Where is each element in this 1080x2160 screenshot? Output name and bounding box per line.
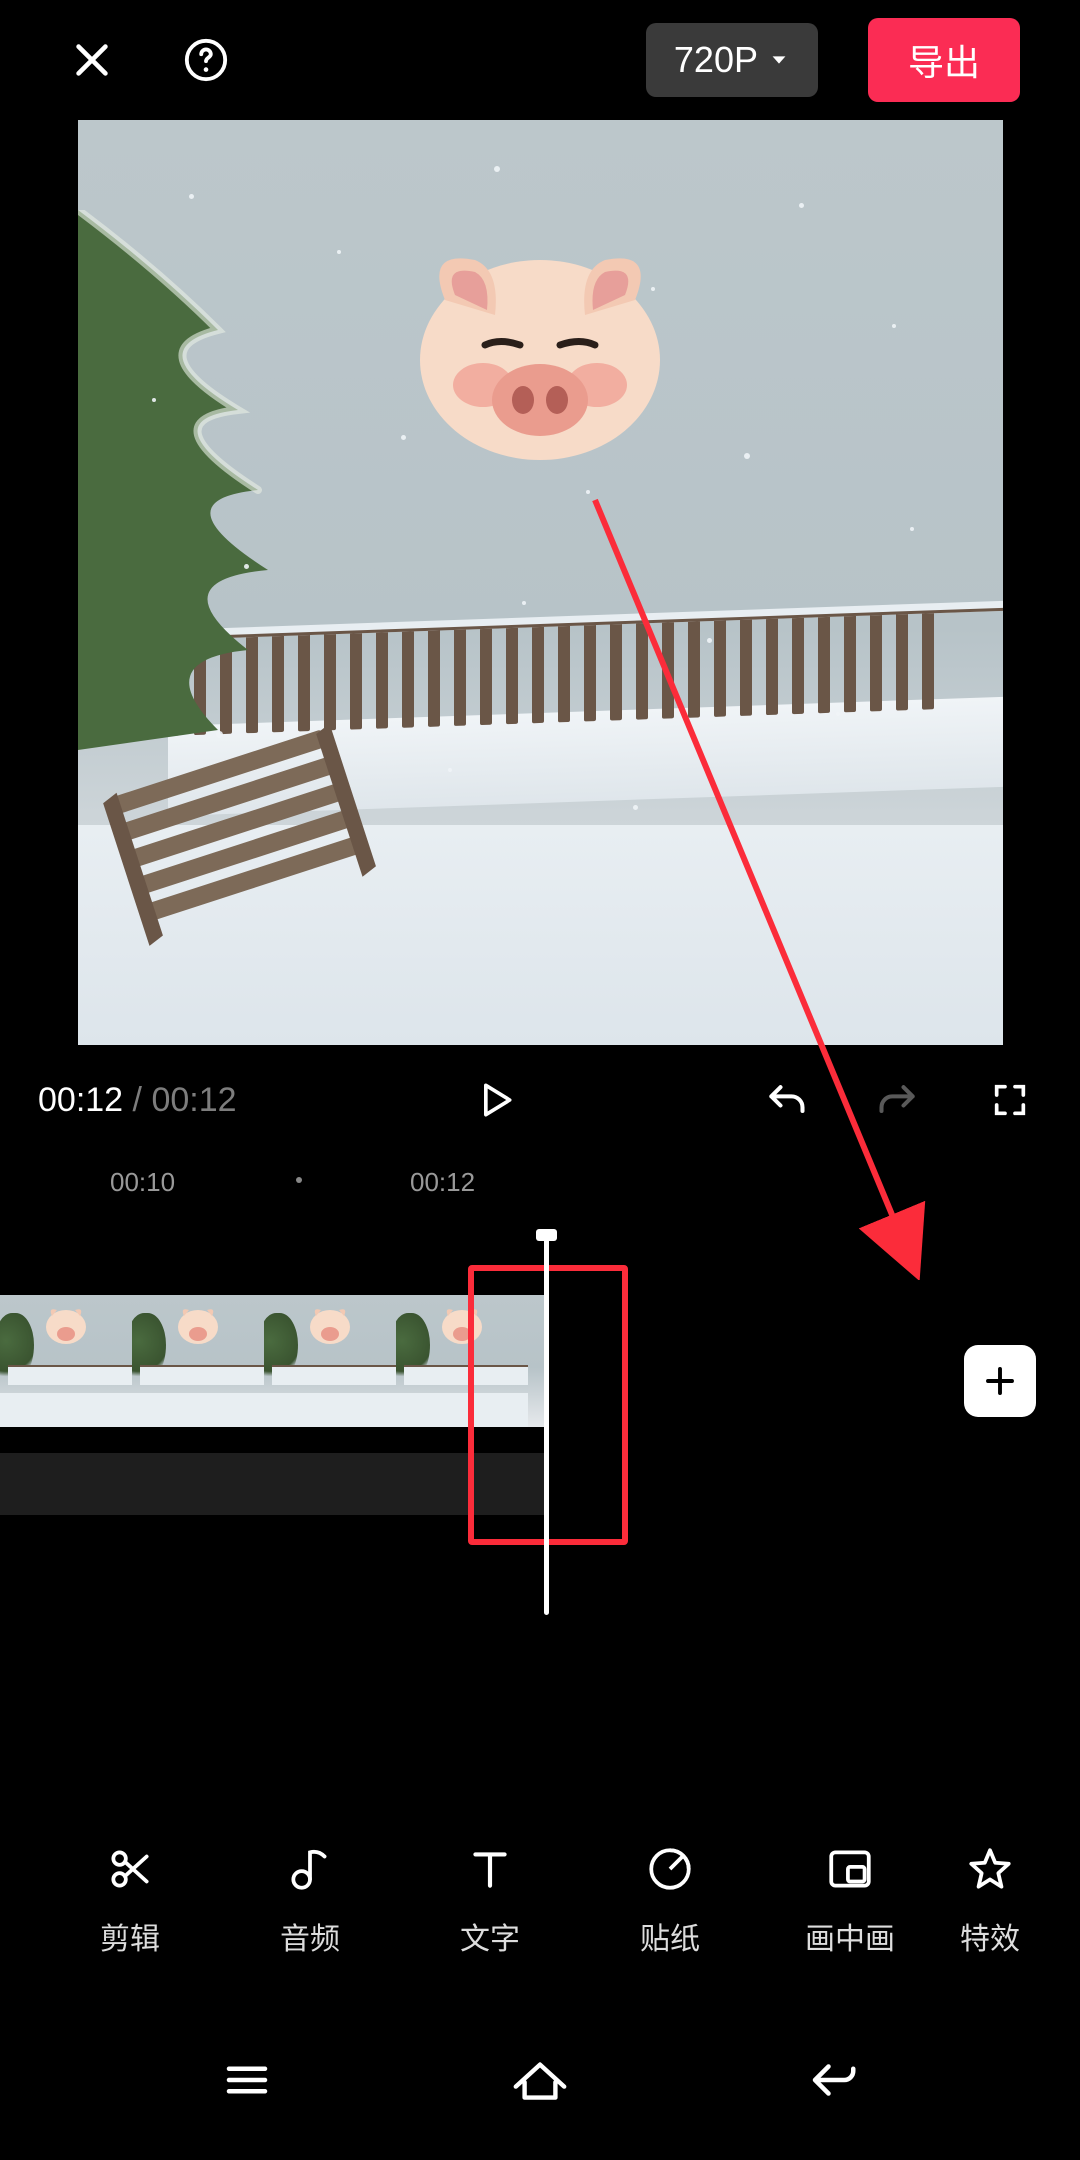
tool-label: 音频 xyxy=(280,1914,340,1958)
close-icon xyxy=(69,37,115,83)
playback-bar: 00:12 / 00:12 xyxy=(0,1045,1080,1155)
export-button[interactable]: 导出 xyxy=(868,18,1020,102)
snow-particles xyxy=(78,120,1003,1045)
sticker-icon xyxy=(645,1844,695,1894)
tool-effects[interactable]: 特效 xyxy=(940,1842,1040,1958)
resolution-label: 720P xyxy=(674,39,758,81)
resolution-selector[interactable]: 720P xyxy=(646,23,818,97)
fullscreen-icon xyxy=(990,1080,1030,1120)
time-separator: / xyxy=(123,1081,151,1119)
redo-button[interactable] xyxy=(866,1068,930,1132)
clip-thumbnail[interactable] xyxy=(0,1295,132,1427)
tool-audio[interactable]: 音频 xyxy=(220,1842,400,1958)
ruler-tick: 00:12 xyxy=(410,1167,475,1198)
clip-thumbnail[interactable] xyxy=(264,1295,396,1427)
undo-icon xyxy=(764,1078,808,1122)
tool-label: 文字 xyxy=(460,1914,520,1958)
text-icon xyxy=(465,1844,515,1894)
bottom-toolbar: 剪辑 音频 文字 贴纸 画中画 特效 xyxy=(0,1780,1080,2020)
preview-area xyxy=(0,120,1080,1045)
plus-icon xyxy=(982,1363,1018,1399)
video-track[interactable] xyxy=(0,1295,544,1427)
add-clip-button[interactable] xyxy=(964,1345,1036,1417)
ruler-tick: 00:10 xyxy=(110,1167,175,1198)
nav-back-button[interactable] xyxy=(783,2050,883,2110)
nav-home-button[interactable] xyxy=(490,2050,590,2110)
tool-label: 剪辑 xyxy=(100,1914,160,1958)
tool-text[interactable]: 文字 xyxy=(400,1842,580,1958)
menu-icon xyxy=(220,2053,274,2107)
tool-label: 贴纸 xyxy=(640,1914,700,1958)
total-time: 00:12 xyxy=(151,1081,236,1119)
playhead[interactable] xyxy=(544,1233,549,1615)
redo-icon xyxy=(876,1078,920,1122)
picture-in-picture-icon xyxy=(825,1844,875,1894)
help-icon xyxy=(183,37,229,83)
tool-sticker[interactable]: 贴纸 xyxy=(580,1842,760,1958)
timeline-ruler[interactable]: 00:10 00:12 xyxy=(0,1155,1080,1205)
tool-label: 特效 xyxy=(960,1914,1020,1958)
tool-edit[interactable]: 剪辑 xyxy=(40,1842,220,1958)
help-button[interactable] xyxy=(174,28,238,92)
star-icon xyxy=(965,1844,1015,1894)
nav-menu-button[interactable] xyxy=(197,2050,297,2110)
undo-button[interactable] xyxy=(754,1068,818,1132)
header-bar: 720P 导出 xyxy=(0,0,1080,120)
back-icon xyxy=(804,2053,862,2107)
video-preview[interactable] xyxy=(78,120,1003,1045)
tool-label: 画中画 xyxy=(805,1914,895,1958)
scissors-icon xyxy=(105,1844,155,1894)
home-icon xyxy=(507,2053,573,2107)
time-display: 00:12 / 00:12 xyxy=(38,1081,237,1120)
timeline[interactable] xyxy=(0,1205,1080,1625)
close-button[interactable] xyxy=(60,28,124,92)
music-note-icon xyxy=(285,1844,335,1894)
current-time: 00:12 xyxy=(38,1081,123,1119)
clip-thumbnail[interactable] xyxy=(132,1295,264,1427)
chevron-down-icon xyxy=(768,49,790,71)
play-icon xyxy=(473,1078,517,1122)
play-button[interactable] xyxy=(463,1068,527,1132)
fullscreen-button[interactable] xyxy=(978,1068,1042,1132)
system-nav-bar xyxy=(0,2020,1080,2160)
ruler-dot xyxy=(296,1177,302,1183)
audio-track[interactable] xyxy=(0,1453,544,1515)
tool-pip[interactable]: 画中画 xyxy=(760,1842,940,1958)
